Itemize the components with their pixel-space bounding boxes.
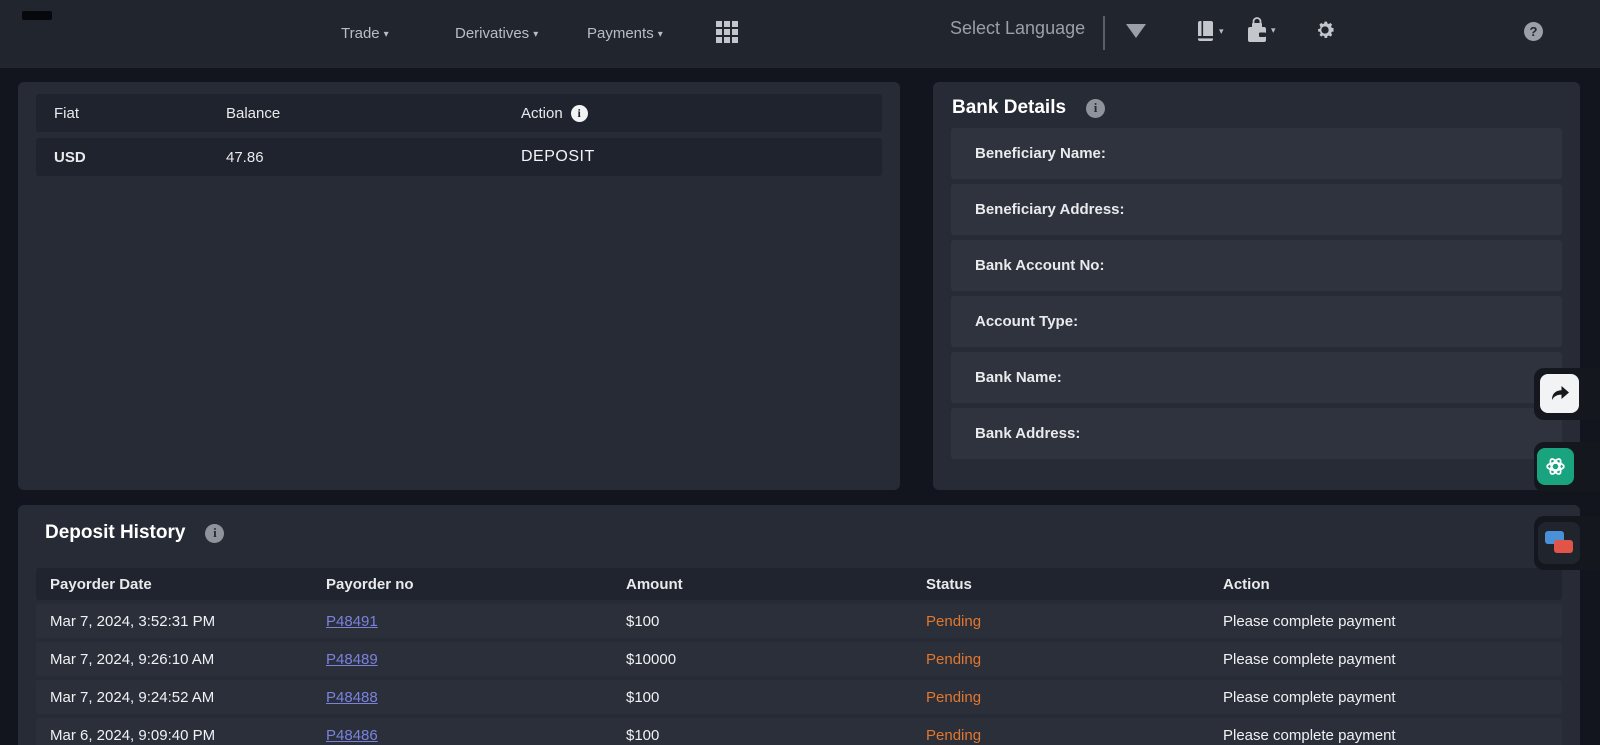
payorder-no-column-header: Payorder no bbox=[326, 576, 626, 593]
help-icon: ? bbox=[1530, 24, 1538, 39]
bank-field-label: Beneficiary Name: bbox=[951, 145, 1106, 162]
nav-menu-derivatives-label: Derivatives bbox=[455, 25, 529, 42]
chat-extension-button[interactable] bbox=[1538, 522, 1580, 564]
status-badge: Pending bbox=[926, 613, 981, 630]
action-text: Please complete payment bbox=[1223, 651, 1562, 668]
bank-details-title: Bank Details bbox=[952, 97, 1066, 119]
bank-details-panel: Bank Details i Beneficiary Name: Benefic… bbox=[933, 82, 1580, 490]
book-icon bbox=[1196, 20, 1216, 42]
language-dropdown-triangle-icon[interactable] bbox=[1126, 24, 1146, 38]
bank-field-label: Beneficiary Address: bbox=[951, 201, 1125, 218]
top-navigation-bar: Trade ▾ Derivatives ▾ Payments ▾ Select Lan… bbox=[0, 0, 1600, 68]
bank-field-label: Bank Address: bbox=[951, 425, 1080, 442]
action-column-header: Action bbox=[1223, 576, 1562, 593]
history-table-header: Payorder Date Payorder no Amount Status … bbox=[36, 568, 1562, 600]
chat-bubble-red-icon bbox=[1554, 540, 1573, 553]
amount: $100 bbox=[626, 727, 926, 744]
status-badge: Pending bbox=[926, 727, 981, 744]
nav-menu-derivatives[interactable]: Derivatives ▾ bbox=[455, 22, 538, 46]
payorder-date: Mar 7, 2024, 3:52:31 PM bbox=[36, 613, 326, 630]
chatgpt-extension-button[interactable] bbox=[1537, 448, 1574, 485]
divider bbox=[1103, 16, 1105, 50]
fiat-balance-panel: Fiat Balance Action i USD 47.86 DEPOSIT bbox=[18, 82, 900, 490]
payorder-date-column-header: Payorder Date bbox=[36, 576, 326, 593]
amount: $100 bbox=[626, 613, 926, 630]
bank-field-label: Bank Name: bbox=[951, 369, 1062, 386]
amount-column-header: Amount bbox=[626, 576, 926, 593]
bank-field-label: Account Type: bbox=[951, 313, 1078, 330]
nav-menu-payments[interactable]: Payments ▾ bbox=[587, 22, 663, 46]
chevron-down-icon: ▾ bbox=[1219, 26, 1224, 37]
wallet-menu[interactable]: ▾ bbox=[1246, 16, 1276, 44]
fiat-table-header: Fiat Balance Action i bbox=[36, 94, 882, 132]
action-text: Please complete payment bbox=[1223, 727, 1562, 744]
orders-menu[interactable]: ▾ bbox=[1196, 20, 1224, 42]
share-button[interactable] bbox=[1540, 374, 1579, 413]
history-table-row: Mar 6, 2024, 9:09:40 PM P48486 $100 Pend… bbox=[36, 718, 1562, 745]
payorder-link[interactable]: P48486 bbox=[326, 727, 378, 744]
info-icon[interactable]: i bbox=[205, 524, 224, 543]
chevron-down-icon: ▾ bbox=[1271, 25, 1276, 36]
status-badge: Pending bbox=[926, 651, 981, 668]
logo[interactable] bbox=[22, 11, 52, 20]
language-selector[interactable]: Select Language bbox=[950, 18, 1085, 39]
status-badge: Pending bbox=[926, 689, 981, 706]
payorder-link[interactable]: P48488 bbox=[326, 689, 378, 706]
chevron-down-icon: ▾ bbox=[658, 29, 663, 40]
bank-field-bank-address: Bank Address: bbox=[951, 408, 1562, 459]
amount: $100 bbox=[626, 689, 926, 706]
action-column-header: Action bbox=[521, 105, 563, 122]
share-arrow-icon bbox=[1548, 382, 1572, 406]
payorder-link[interactable]: P48489 bbox=[326, 651, 378, 668]
fiat-table-row: USD 47.86 DEPOSIT bbox=[36, 138, 882, 176]
wallet-lock-icon bbox=[1246, 16, 1268, 44]
nav-menu-payments-label: Payments bbox=[587, 25, 654, 42]
chatgpt-logo-icon bbox=[1543, 454, 1568, 479]
deposit-history-title: Deposit History bbox=[45, 522, 185, 544]
payorder-date: Mar 7, 2024, 9:26:10 AM bbox=[36, 651, 326, 668]
balance-column-header: Balance bbox=[226, 105, 521, 122]
chevron-down-icon: ▾ bbox=[533, 29, 538, 40]
chevron-down-icon: ▾ bbox=[384, 29, 389, 40]
payorder-date: Mar 6, 2024, 9:09:40 PM bbox=[36, 727, 326, 744]
action-text: Please complete payment bbox=[1223, 689, 1562, 706]
payorder-link[interactable]: P48491 bbox=[326, 613, 378, 630]
nav-menu-trade[interactable]: Trade ▾ bbox=[341, 22, 389, 46]
bank-field-bank-name: Bank Name: bbox=[951, 352, 1562, 403]
history-table-row: Mar 7, 2024, 9:24:52 AM P48488 $100 Pend… bbox=[36, 680, 1562, 714]
gear-icon bbox=[1314, 19, 1336, 41]
history-table-row: Mar 7, 2024, 3:52:31 PM P48491 $100 Pend… bbox=[36, 604, 1562, 638]
bank-field-label: Bank Account No: bbox=[951, 257, 1104, 274]
fiat-column-header: Fiat bbox=[36, 105, 226, 122]
settings-button[interactable] bbox=[1314, 19, 1336, 41]
info-icon[interactable]: i bbox=[571, 105, 588, 122]
bank-field-beneficiary-name: Beneficiary Name: bbox=[951, 128, 1562, 179]
apps-grid-icon[interactable] bbox=[716, 21, 741, 46]
bank-field-account-type: Account Type: bbox=[951, 296, 1562, 347]
action-text: Please complete payment bbox=[1223, 613, 1562, 630]
status-column-header: Status bbox=[926, 576, 1223, 593]
amount: $10000 bbox=[626, 651, 926, 668]
payorder-date: Mar 7, 2024, 9:24:52 AM bbox=[36, 689, 326, 706]
help-button[interactable]: ? bbox=[1524, 22, 1543, 41]
deposit-history-panel: Deposit History i Payorder Date Payorder… bbox=[18, 505, 1580, 745]
fiat-currency: USD bbox=[36, 149, 226, 166]
bank-field-bank-account-no: Bank Account No: bbox=[951, 240, 1562, 291]
fiat-balance: 47.86 bbox=[226, 149, 521, 166]
deposit-button[interactable]: DEPOSIT bbox=[521, 148, 595, 166]
history-table-row: Mar 7, 2024, 9:26:10 AM P48489 $10000 Pe… bbox=[36, 642, 1562, 676]
info-icon[interactable]: i bbox=[1086, 99, 1105, 118]
bank-field-beneficiary-address: Beneficiary Address: bbox=[951, 184, 1562, 235]
nav-menu-trade-label: Trade bbox=[341, 25, 380, 42]
